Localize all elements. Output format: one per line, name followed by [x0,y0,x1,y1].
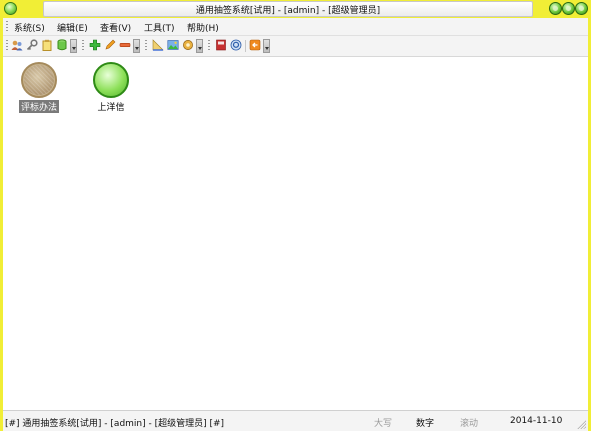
toolbar-overflow-button[interactable] [70,39,77,53]
maximize-button[interactable] [562,2,575,15]
desktop-item-label: 上洋信 [97,103,125,113]
minimize-button[interactable] [549,2,562,15]
close-button[interactable] [575,2,588,15]
menu-grip[interactable] [6,21,8,32]
toolbar-grip[interactable] [82,40,84,52]
menu-edit[interactable]: 编辑(E) [57,21,88,34]
caps-lock-indicator: 大写 [374,419,393,429]
gray-orb-icon[interactable] [21,62,57,98]
image-icon[interactable] [167,39,179,51]
desktop-area[interactable]: 评标办法 上洋信 [3,57,588,410]
status-bar: [#] 通用抽签系统[试用] - [admin] - [超级管理员] [#] 大… [3,410,588,431]
status-date: 2014-11-10 [510,416,563,426]
status-title: [#] 通用抽签系统[试用] - [admin] - [超级管理员] [#] [5,419,225,429]
search-icon[interactable] [230,39,242,51]
menu-bar: 系统(S) 编辑(E) 查看(V) 工具(T) 帮助(H) [3,18,588,36]
remove-icon[interactable] [119,39,131,51]
title-bar[interactable]: 通用抽签系统[试用] - [admin] - [超级管理员] [3,0,588,18]
title-box: 通用抽签系统[试用] - [admin] - [超级管理员] [43,1,533,17]
toolbar-overflow-button[interactable] [133,39,140,53]
menu-help[interactable]: 帮助(H) [187,21,219,34]
users-icon[interactable] [11,39,23,51]
add-icon[interactable] [89,39,101,51]
green-orb-icon[interactable] [93,62,129,98]
gear-icon[interactable] [182,39,194,51]
menu-tools[interactable]: 工具(T) [144,21,175,34]
toolbar-separator [245,40,246,52]
menu-view[interactable]: 查看(V) [100,21,131,34]
desktop-item-bid-evaluation[interactable]: 评标办法 [9,62,69,113]
toolbar [3,36,588,57]
app-window: 通用抽签系统[试用] - [admin] - [超级管理员] 系统(S) 编辑(… [3,0,588,431]
desktop-item-shangyangxin[interactable]: 上洋信 [81,62,141,113]
toolbar-grip[interactable] [208,40,210,52]
key-icon[interactable] [26,39,38,51]
desktop-item-label: 评标办法 [18,100,59,113]
toolbar-grip[interactable] [145,40,147,52]
scroll-lock-indicator: 滚动 [460,419,479,429]
clipboard-icon[interactable] [41,39,53,51]
toolbar-grip[interactable] [6,40,8,52]
app-menu-orb-icon[interactable] [4,2,17,15]
window-title: 通用抽签系统[试用] - [admin] - [超级管理员] [195,6,381,16]
ruler-icon[interactable] [152,39,164,51]
resize-grip[interactable] [576,419,586,429]
database-icon[interactable] [56,39,68,51]
toolbar-overflow-button[interactable] [263,39,270,53]
book-icon[interactable] [215,39,227,51]
toolbar-overflow-button[interactable] [196,39,203,53]
exit-icon[interactable] [249,39,261,51]
edit-icon[interactable] [104,39,116,51]
menu-system[interactable]: 系统(S) [14,21,45,34]
num-lock-indicator: 数字 [416,419,435,429]
